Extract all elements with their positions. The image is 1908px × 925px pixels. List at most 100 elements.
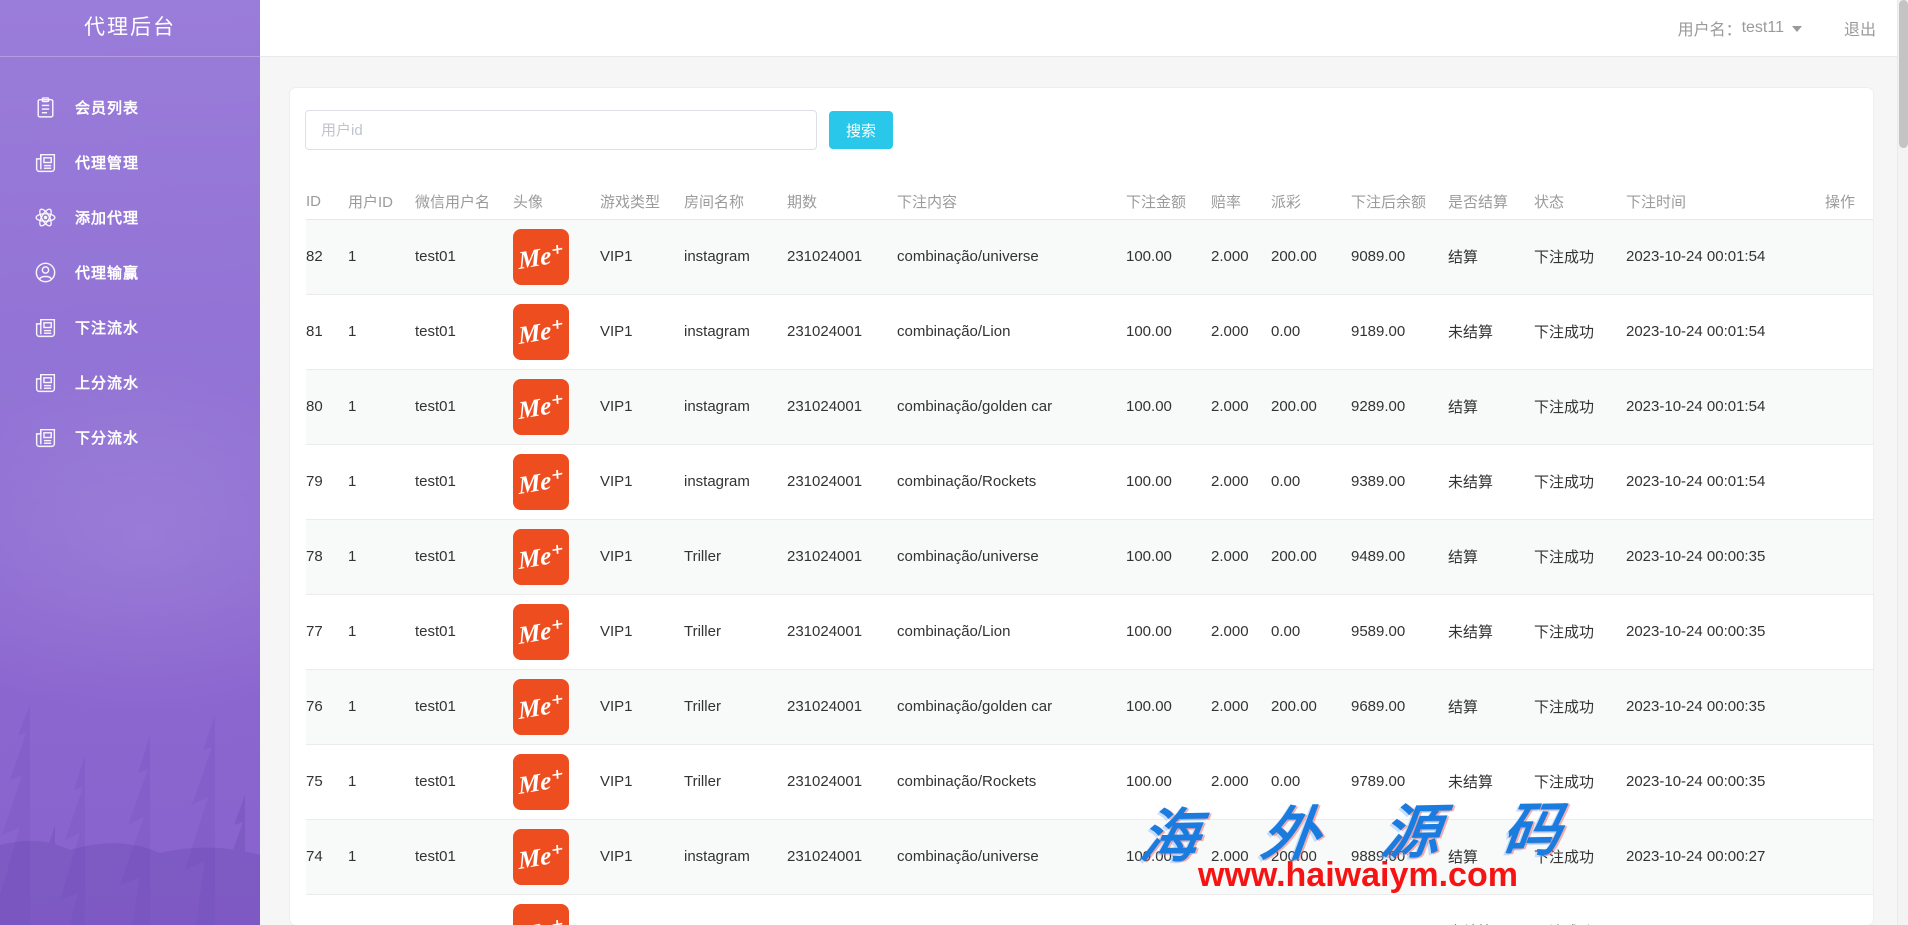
cell-wechat_name: test01 xyxy=(415,444,513,519)
cell-avatar: Me⁺ xyxy=(513,744,600,819)
cell-avatar: Me⁺ xyxy=(513,894,600,925)
cell-payout: 0.00 xyxy=(1271,444,1351,519)
cell-settled: 未结算 xyxy=(1448,444,1534,519)
cell-id: 78 xyxy=(306,519,348,594)
cell-content: combinação/Lion xyxy=(897,594,1126,669)
news-icon xyxy=(33,150,58,175)
cell-user_id: 1 xyxy=(348,594,415,669)
cell-id: 76 xyxy=(306,669,348,744)
cell-balance: 9189.00 xyxy=(1351,294,1448,369)
cell-room: instagram xyxy=(684,294,787,369)
topbar: 用户名： test11 退出 xyxy=(260,0,1908,57)
cell-odds: 2.000 xyxy=(1211,669,1271,744)
cell-avatar: Me⁺ xyxy=(513,519,600,594)
sidebar-item-deposit-records[interactable]: 上分流水 xyxy=(0,355,260,410)
cell-status: 下注成功 xyxy=(1534,294,1626,369)
cell-time: 2023-10-24 00:00:35 xyxy=(1626,519,1825,594)
cell-user_id: 1 xyxy=(348,519,415,594)
sidebar-item-agent-winloss[interactable]: 代理输赢 xyxy=(0,245,260,300)
table-row: 741test01Me⁺VIP1instagram231024001combin… xyxy=(306,819,1873,894)
cell-odds: 2.000 xyxy=(1211,219,1271,294)
column-header-9: 赔率 xyxy=(1211,185,1271,219)
sidebar-item-label: 下注流水 xyxy=(75,317,139,338)
cell-game_type: VIP1 xyxy=(600,669,684,744)
bet-records-table: ID用户ID微信用户名头像游戏类型房间名称期数下注内容下注金额赔率派彩下注后余额… xyxy=(306,185,1873,925)
column-header-3: 头像 xyxy=(513,185,600,219)
cell-wechat_name: test01 xyxy=(415,894,513,925)
column-header-12: 是否结算 xyxy=(1448,185,1534,219)
cell-room: instagram xyxy=(684,819,787,894)
cell-action xyxy=(1825,519,1873,594)
user-dropdown[interactable]: 用户名： test11 xyxy=(1678,16,1802,40)
search-button[interactable]: 搜索 xyxy=(829,111,893,149)
sidebar-item-withdraw-records[interactable]: 下分流水 xyxy=(0,410,260,465)
sidebar-menu: 会员列表 代理管理 xyxy=(0,57,260,465)
cell-amount: 100.00 xyxy=(1126,369,1211,444)
cell-id: 75 xyxy=(306,744,348,819)
cell-settled: 结算 xyxy=(1448,519,1534,594)
cell-balance: 9389.00 xyxy=(1351,444,1448,519)
sidebar-item-label: 添加代理 xyxy=(75,207,139,228)
cell-time: 2023-10-24 00:00:35 xyxy=(1626,669,1825,744)
news-icon xyxy=(33,315,58,340)
search-input[interactable] xyxy=(305,110,817,150)
sidebar-item-member-list[interactable]: 会员列表 xyxy=(0,80,260,135)
column-header-11: 下注后余额 xyxy=(1351,185,1448,219)
cell-period: 231024001 xyxy=(787,519,897,594)
cell-game_type: VIP1 xyxy=(600,819,684,894)
username-label: 用户名： xyxy=(1678,16,1742,40)
news-icon xyxy=(33,370,58,395)
avatar: Me⁺ xyxy=(513,454,569,510)
cell-time: 2023-10-24 00:00:35 xyxy=(1626,594,1825,669)
scrollbar-track[interactable] xyxy=(1897,0,1908,925)
avatar: Me⁺ xyxy=(513,379,569,435)
cell-id: 80 xyxy=(306,369,348,444)
cell-status: 下注成功 xyxy=(1534,519,1626,594)
cell-status: 下注成功 xyxy=(1534,819,1626,894)
sidebar-item-label: 代理输赢 xyxy=(75,262,139,283)
cell-user_id: 1 xyxy=(348,819,415,894)
sidebar-item-add-agent[interactable]: 添加代理 xyxy=(0,190,260,245)
cell-settled: 未结算 xyxy=(1448,594,1534,669)
cell-avatar: Me⁺ xyxy=(513,219,600,294)
scrollbar-thumb[interactable] xyxy=(1899,0,1908,148)
cell-time: 2023-10-24 00:00:35 xyxy=(1626,744,1825,819)
avatar: Me⁺ xyxy=(513,679,569,735)
avatar: Me⁺ xyxy=(513,304,569,360)
cell-game_type: VIP1 xyxy=(600,369,684,444)
cell-payout: 0.00 xyxy=(1271,744,1351,819)
cell-status: 下注成功 xyxy=(1534,444,1626,519)
table-row: 791test01Me⁺VIP1instagram231024001combin… xyxy=(306,444,1873,519)
cell-game_type: VIP1 xyxy=(600,894,684,925)
cell-time: 2023-10-24 00:00:27 xyxy=(1626,819,1825,894)
cell-game_type: VIP1 xyxy=(600,594,684,669)
cell-time: 2023-10-24 00:01:54 xyxy=(1626,294,1825,369)
cell-id: 77 xyxy=(306,594,348,669)
table-row: 781test01Me⁺VIP1Triller231024001combinaç… xyxy=(306,519,1873,594)
cell-odds: 2.000 xyxy=(1211,819,1271,894)
column-header-2: 微信用户名 xyxy=(415,185,513,219)
cell-game_type: VIP1 xyxy=(600,294,684,369)
cell-user_id: 1 xyxy=(348,369,415,444)
page: 代理后台 会员列表 xyxy=(0,0,1908,925)
column-header-1: 用户ID xyxy=(348,185,415,219)
cell-user_id: 1 xyxy=(348,669,415,744)
column-header-4: 游戏类型 xyxy=(600,185,684,219)
sidebar-item-agent-manage[interactable]: 代理管理 xyxy=(0,135,260,190)
table-row: 811test01Me⁺VIP1instagram231024001combin… xyxy=(306,294,1873,369)
cell-period: 231024001 xyxy=(787,894,897,925)
cell-balance: 9889.00 xyxy=(1351,819,1448,894)
table-row: 771test01Me⁺VIP1Triller231024001combinaç… xyxy=(306,594,1873,669)
column-header-14: 下注时间 xyxy=(1626,185,1825,219)
sidebar-item-bet-records[interactable]: 下注流水 xyxy=(0,300,260,355)
column-header-10: 派彩 xyxy=(1271,185,1351,219)
logout-button[interactable]: 退出 xyxy=(1844,16,1876,40)
column-header-0: ID xyxy=(306,185,348,219)
cell-room: Triller xyxy=(684,594,787,669)
user-circle-icon xyxy=(33,260,58,285)
cell-action xyxy=(1825,744,1873,819)
avatar: Me⁺ xyxy=(513,904,569,925)
cell-settled: 结算 xyxy=(1448,219,1534,294)
sidebar-item-label: 上分流水 xyxy=(75,372,139,393)
clipboard-icon xyxy=(33,95,58,120)
